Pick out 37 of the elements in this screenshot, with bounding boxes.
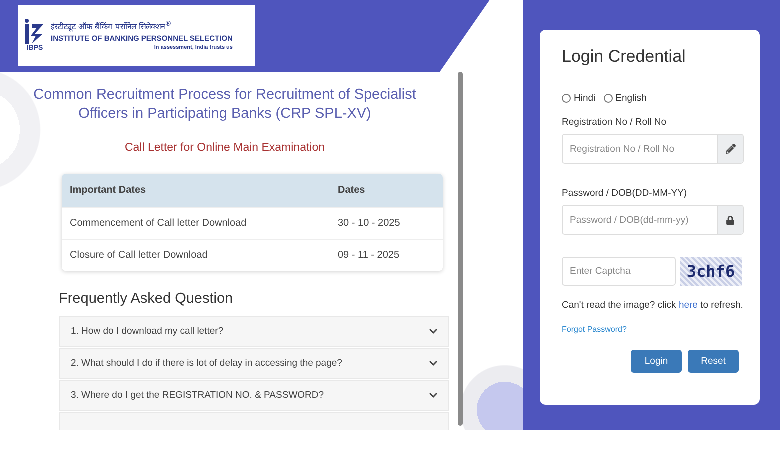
- pencil-icon: [726, 144, 736, 154]
- faq-heading: Frequently Asked Question: [59, 291, 234, 307]
- scrollbar[interactable]: [458, 72, 463, 426]
- faq-item[interactable]: 1. How do I download my call letter?: [59, 316, 449, 347]
- page-subtitle: Call Letter for Online Main Examination: [124, 142, 326, 154]
- forgot-password-link[interactable]: Forgot Password?: [562, 325, 742, 334]
- table-cell-text: 09 - 11 - 2025: [338, 250, 401, 261]
- refresh-note: Can't read the image? click here to refresh.: [562, 300, 742, 311]
- page-title: Common Recruitment Process for Recruitment of Specialist Officers in Participating Banks (CRP SPL-XV): [32, 86, 418, 124]
- login-title: Login Credential: [562, 47, 687, 67]
- captcha-image: 3chf6: [680, 257, 742, 286]
- column-header: Important Dates: [70, 185, 148, 196]
- language-radio[interactable]: Hindi: [562, 93, 596, 104]
- faq-question: 3. Where do I get the REGISTRATION NO. & PASSWORD?: [71, 390, 324, 401]
- password-field[interactable]: Password / DOB(dd-mm-yy): [562, 205, 744, 235]
- chevron-down-icon: [429, 391, 438, 400]
- registration-field[interactable]: Registration No / Roll No: [562, 134, 744, 164]
- table-cell-text: Closure of Call letter Download: [70, 250, 209, 261]
- language-radio[interactable]: English: [604, 93, 647, 104]
- faq-item[interactable]: 2. What should I do if there is lot of delay in accessing the page?: [59, 348, 449, 379]
- captcha-field[interactable]: Enter Captcha: [562, 257, 676, 286]
- table-cell-text: Commencement of Call letter Download: [70, 218, 248, 229]
- refresh-link[interactable]: here: [678, 300, 698, 311]
- field-label: Registration No / Roll No: [562, 117, 668, 128]
- reset-button[interactable]: Reset: [688, 350, 739, 373]
- column-header: Dates: [338, 185, 366, 196]
- faq-question: 2. What should I do if there is lot of delay in accessing the page?: [71, 358, 342, 369]
- chevron-down-icon: [429, 327, 438, 336]
- hindi-name: इंस्टीट्यूट ऑफ बैंकिंग पर्सोनेल सिलेक्शन$^{®}$: [51, 20, 173, 32]
- field-label: Password / DOB(DD-MM-YY): [562, 188, 688, 199]
- faq-item[interactable]: 3. Where do I get the REGISTRATION NO. & PASSWORD?: [59, 380, 449, 411]
- faq-question: 1. How do I download my call letter?: [71, 326, 224, 337]
- lock-icon: [726, 216, 735, 224]
- logo-icon: [24, 19, 46, 45]
- table-cell-text: 30 - 10 - 2025: [338, 218, 402, 229]
- chevron-down-icon: [429, 359, 438, 368]
- login-button[interactable]: Login: [631, 350, 682, 373]
